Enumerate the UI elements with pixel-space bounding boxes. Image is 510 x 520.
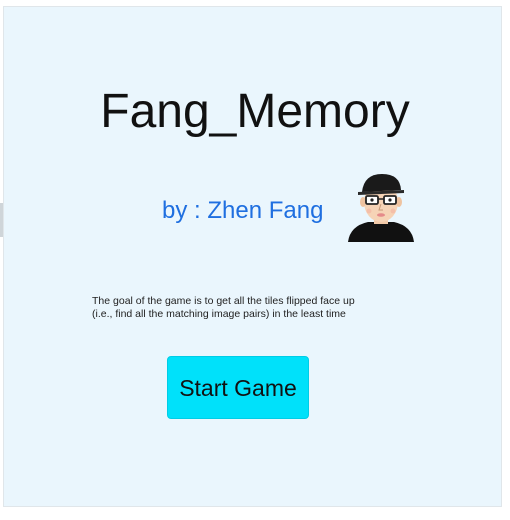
description-line: The goal of the game is to get all the t… — [92, 295, 355, 307]
start-game-button[interactable]: Start Game — [167, 356, 309, 419]
game-description: The goal of the game is to get all the t… — [92, 295, 432, 321]
description-line: (i.e., find all the matching image pairs… — [92, 308, 346, 320]
author-avatar-icon — [346, 170, 416, 244]
author-byline: by : Zhen Fang — [162, 197, 324, 224]
game-title: Fang_Memory — [100, 85, 410, 138]
